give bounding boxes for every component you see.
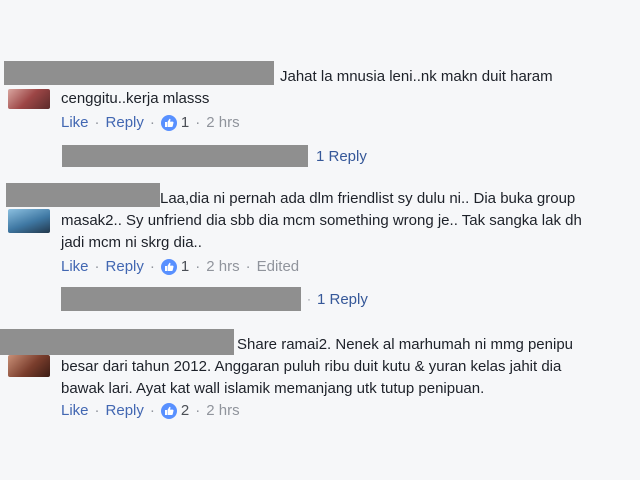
redacted-author-name	[4, 61, 274, 85]
like-link[interactable]: Like	[61, 258, 89, 275]
separator-dot: ·	[195, 402, 201, 419]
timestamp[interactable]: 2 hrs	[206, 402, 239, 419]
edited-label[interactable]: Edited	[257, 258, 300, 275]
redacted-author-name	[6, 183, 160, 207]
view-replies-row[interactable]: 1 Reply	[62, 145, 367, 167]
separator-dot: ·	[245, 258, 251, 275]
comment-text-line: Laa,dia ni pernah ada dlm friendlist sy …	[160, 190, 576, 207]
reply-arrow-icon: ·	[307, 292, 311, 306]
comment-text-line: Share ramai2. Nenek al marhumah ni mmg p…	[237, 336, 573, 353]
separator-dot: ·	[149, 258, 155, 275]
reply-link[interactable]: Reply	[106, 258, 144, 275]
separator-dot: ·	[94, 258, 100, 275]
view-replies-row[interactable]: · 1 Reply	[61, 287, 368, 311]
thumbs-up-icon[interactable]	[160, 114, 177, 131]
separator-dot: ·	[149, 114, 155, 131]
comment-text-line: Jahat la mnusia leni..nk makn duit haram	[280, 68, 553, 85]
redacted-reply-preview	[62, 145, 308, 167]
separator-dot: ·	[94, 402, 100, 419]
thumbs-up-icon[interactable]	[160, 258, 177, 275]
thumbs-up-icon[interactable]	[160, 402, 177, 419]
reply-link[interactable]: Reply	[106, 402, 144, 419]
view-replies-link[interactable]: 1 Reply	[317, 291, 368, 308]
reply-link[interactable]: Reply	[106, 114, 144, 131]
avatar[interactable]	[8, 355, 50, 377]
like-count[interactable]: 2	[181, 402, 189, 419]
separator-dot: ·	[195, 114, 201, 131]
comment-text-line: masak2.. Sy unfriend dia sbb dia mcm som…	[61, 212, 582, 229]
comment-actions: Like · Reply · 2 · 2 hrs	[61, 402, 240, 419]
timestamp[interactable]: 2 hrs	[206, 114, 239, 131]
avatar[interactable]	[8, 209, 50, 233]
comment-text-line: jadi mcm ni skrg dia..	[61, 234, 202, 251]
like-count[interactable]: 1	[181, 258, 189, 275]
like-count[interactable]: 1	[181, 114, 189, 131]
redacted-author-name	[0, 329, 234, 355]
separator-dot: ·	[94, 114, 100, 131]
view-replies-link[interactable]: 1 Reply	[316, 148, 367, 165]
separator-dot: ·	[195, 258, 201, 275]
comment-text-line: besar dari tahun 2012. Anggaran puluh ri…	[61, 358, 562, 375]
like-link[interactable]: Like	[61, 114, 89, 131]
comment-actions: Like · Reply · 1 · 2 hrs	[61, 114, 240, 131]
redacted-reply-preview	[61, 287, 301, 311]
avatar[interactable]	[8, 89, 50, 109]
comment-text-line: cenggitu..kerja mlasss	[61, 90, 210, 107]
comment-text-line: bawak lari. Ayat kat wall islamik memanj…	[61, 380, 485, 397]
like-link[interactable]: Like	[61, 402, 89, 419]
timestamp[interactable]: 2 hrs	[206, 258, 239, 275]
comment-actions: Like · Reply · 1 · 2 hrs · Edited	[61, 258, 299, 275]
separator-dot: ·	[149, 402, 155, 419]
